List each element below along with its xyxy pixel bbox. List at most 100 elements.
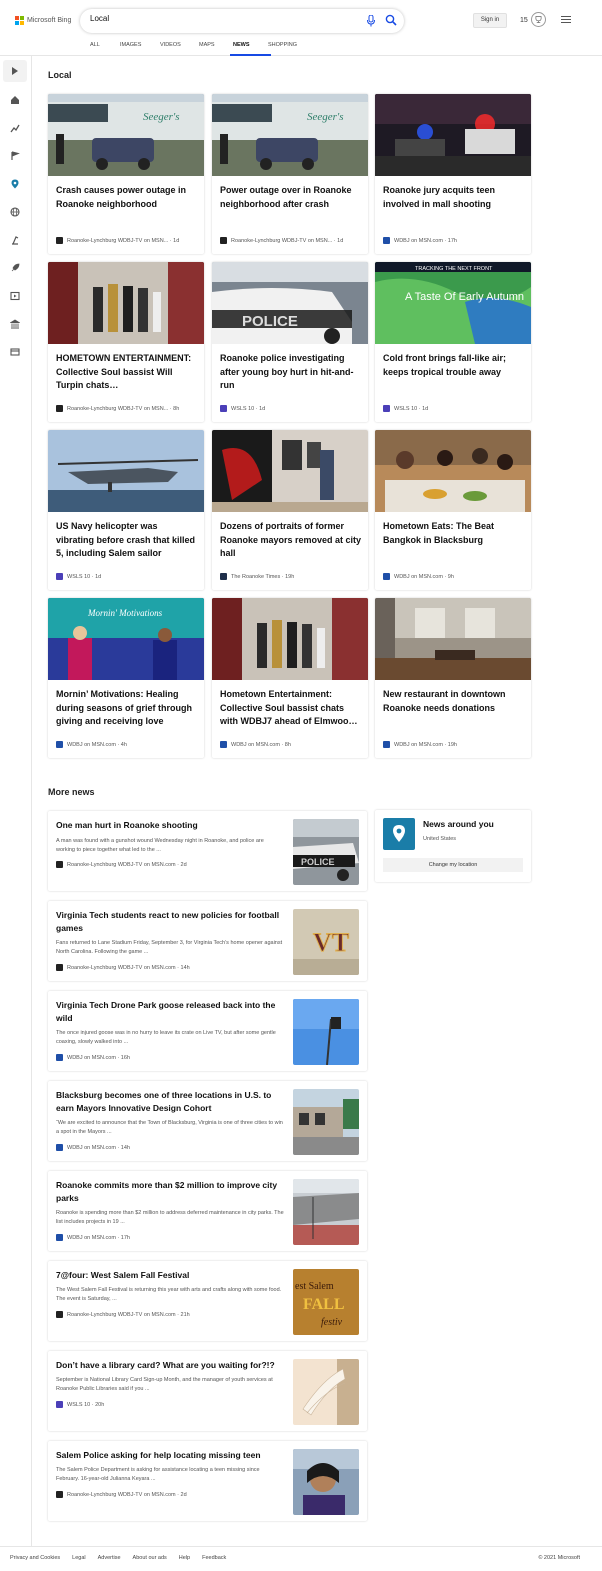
source-name: Roanoke-Lynchburg WDBJ-TV on MSN... [231, 237, 333, 244]
footer-link-privacy[interactable]: Privacy and Cookies [10, 1555, 60, 1561]
news-card[interactable]: POLICE Roanoke police investigating afte… [212, 262, 368, 422]
card-title[interactable]: Power outage over in Roanoke neighborhoo… [220, 184, 362, 211]
news-list-item[interactable]: 7@four: West Salem Fall Festival The Wes… [48, 1261, 367, 1341]
card-source: WSLS 10 · 1d [56, 573, 101, 580]
card-source: WDBJ on MSN.com · 9h [383, 573, 454, 580]
news-item-snippet: The Salem Police Department is asking fo… [56, 1467, 260, 1482]
bank-icon[interactable] [10, 319, 20, 329]
news-card[interactable]: Seeger's Crash causes power outage in Ro… [48, 94, 204, 254]
news-card[interactable]: Hometown Eats: The Beat Bangkok in Black… [375, 430, 531, 590]
card-title[interactable]: Roanoke jury acquits teen involved in ma… [383, 184, 525, 211]
news-card[interactable]: Seeger's Power outage over in Roanoke ne… [212, 94, 368, 254]
tab-news[interactable]: NEWS [230, 40, 271, 56]
news-card[interactable]: New restaurant in downtown Roanoke needs… [375, 598, 531, 758]
news-list-item[interactable]: Virginia Tech students react to new poli… [48, 901, 367, 981]
news-item-thumbnail: VT [293, 909, 359, 975]
flag-icon[interactable] [10, 151, 20, 161]
card-title[interactable]: HOMETOWN ENTERTAINMENT: Collective Soul … [56, 352, 198, 393]
news-item-source: Roanoke-Lynchburg WDBJ-TV on MSN.com · 2… [56, 1491, 187, 1498]
source-age: 14h [120, 1144, 130, 1151]
card-image: Seeger's [212, 94, 368, 176]
source-name: WDBJ on MSN.com [394, 237, 443, 244]
card-title[interactable]: New restaurant in downtown Roanoke needs… [383, 688, 525, 715]
trending-icon[interactable] [10, 123, 20, 133]
news-list-item[interactable]: Blacksburg becomes one of three location… [48, 1081, 367, 1161]
microphone-icon[interactable] [366, 15, 376, 27]
news-item-snippet: The once injured goose was in no hurry t… [56, 1030, 276, 1045]
card-title[interactable]: Cold front brings fall-like air; keeps t… [383, 352, 525, 379]
footer-link-help[interactable]: Help [179, 1555, 190, 1561]
sign-in-button[interactable]: Sign in [473, 13, 507, 28]
search-icon[interactable] [385, 14, 397, 26]
news-card[interactable]: Hometown Entertainment: Collective Soul … [212, 598, 368, 758]
news-item-title[interactable]: Don’t have a library card? What are you … [56, 1359, 284, 1372]
footer-link-advertise[interactable]: Advertise [98, 1555, 121, 1561]
sidebar-expand-button[interactable] [3, 60, 27, 82]
card-title[interactable]: Dozens of portraits of former Roanoke ma… [220, 520, 362, 561]
tab-videos[interactable]: VIDEOS [160, 40, 199, 56]
news-item-title[interactable]: Virginia Tech students react to new poli… [56, 909, 284, 935]
card-title[interactable]: Mornin’ Motivations: Healing during seas… [56, 688, 198, 729]
news-card[interactable]: Dozens of portraits of former Roanoke ma… [212, 430, 368, 590]
news-list-item[interactable]: Roanoke commits more than $2 million to … [48, 1171, 367, 1251]
news-card[interactable]: Mornin' Motivations Mornin’ Motivations:… [48, 598, 204, 758]
morning-logo: Mornin' Motivations [87, 608, 163, 618]
change-location-button[interactable]: Change my location [383, 858, 523, 872]
more-news-title: More news [48, 787, 95, 797]
news-list-item[interactable]: Virginia Tech Drone Park goose released … [48, 991, 367, 1071]
card-title[interactable]: Hometown Entertainment: Collective Soul … [220, 688, 362, 729]
card-image: TRACKING THE NEXT FRONT A Taste Of Early… [375, 262, 531, 344]
card-source: Roanoke-Lynchburg WDBJ-TV on MSN... · 1d [220, 237, 343, 244]
news-item-thumbnail [293, 1179, 359, 1245]
card-title[interactable]: Crash causes power outage in Roanoke nei… [56, 184, 198, 211]
footer-link-feedback[interactable]: Feedback [202, 1555, 226, 1561]
news-card[interactable]: US Navy helicopter was vibrating before … [48, 430, 204, 590]
news-item-title[interactable]: Blacksburg becomes one of three location… [56, 1089, 284, 1115]
card-title[interactable]: Hometown Eats: The Beat Bangkok in Black… [383, 520, 525, 547]
rewards-trophy-icon[interactable] [531, 12, 546, 27]
news-item-title[interactable]: Virginia Tech Drone Park goose released … [56, 999, 284, 1025]
footer-link-about-ads[interactable]: About our ads [133, 1555, 167, 1561]
news-item-title[interactable]: Roanoke commits more than $2 million to … [56, 1179, 284, 1205]
source-age: 2d [180, 1491, 187, 1498]
tab-images[interactable]: IMAGES [120, 40, 160, 56]
sign-text: Seeger's [307, 111, 344, 123]
tab-all[interactable]: ALL [90, 40, 120, 56]
card-title[interactable]: Roanoke police investigating after young… [220, 352, 362, 393]
bing-logo[interactable]: Microsoft Bing [15, 16, 71, 25]
home-icon[interactable] [10, 95, 20, 105]
source-age: 1d [422, 405, 429, 412]
footer-link-legal[interactable]: Legal [72, 1555, 85, 1561]
science-icon[interactable] [10, 235, 20, 245]
tab-shopping[interactable]: SHOPPING [268, 40, 308, 56]
news-list-item[interactable]: One man hurt in Roanoke shooting A man w… [48, 811, 367, 891]
news-list-item[interactable]: Don’t have a library card? What are you … [48, 1351, 367, 1431]
chevron-right-icon [12, 67, 18, 75]
card-title[interactable]: US Navy helicopter was vibrating before … [56, 520, 198, 561]
location-pin-icon[interactable] [10, 179, 20, 189]
wallet-icon[interactable] [10, 347, 20, 357]
news-card[interactable]: TRACKING THE NEXT FRONT A Taste Of Early… [375, 262, 531, 422]
news-item-title[interactable]: 7@four: West Salem Fall Festival [56, 1269, 284, 1282]
news-item-title[interactable]: Salem Police asking for help locating mi… [56, 1449, 284, 1462]
source-name: WDBJ on MSN.com [394, 741, 443, 748]
rocket-icon[interactable] [10, 263, 20, 273]
source-logo-icon [220, 237, 227, 244]
news-item-title[interactable]: One man hurt in Roanoke shooting [56, 819, 284, 832]
rewards-points[interactable]: 15 [520, 17, 528, 24]
tab-maps[interactable]: MAPS [199, 40, 233, 56]
salem-text-3: festiv [321, 1317, 343, 1328]
search-input[interactable] [90, 14, 340, 23]
news-card[interactable]: HOMETOWN ENTERTAINMENT: Collective Soul … [48, 262, 204, 422]
video-icon[interactable] [10, 291, 20, 301]
news-item-source: Roanoke-Lynchburg WDBJ-TV on MSN.com · 2… [56, 861, 187, 868]
source-logo-icon [220, 573, 227, 580]
globe-icon[interactable] [10, 207, 20, 217]
news-card[interactable]: Roanoke jury acquits teen involved in ma… [375, 94, 531, 254]
source-age: 16h [120, 1054, 130, 1061]
source-name: WDBJ on MSN.com [67, 1234, 116, 1241]
logo-text: Microsoft Bing [27, 17, 72, 24]
hamburger-menu-icon[interactable] [561, 16, 571, 24]
source-age: 17h [120, 1234, 130, 1241]
news-list-item[interactable]: Salem Police asking for help locating mi… [48, 1441, 367, 1521]
